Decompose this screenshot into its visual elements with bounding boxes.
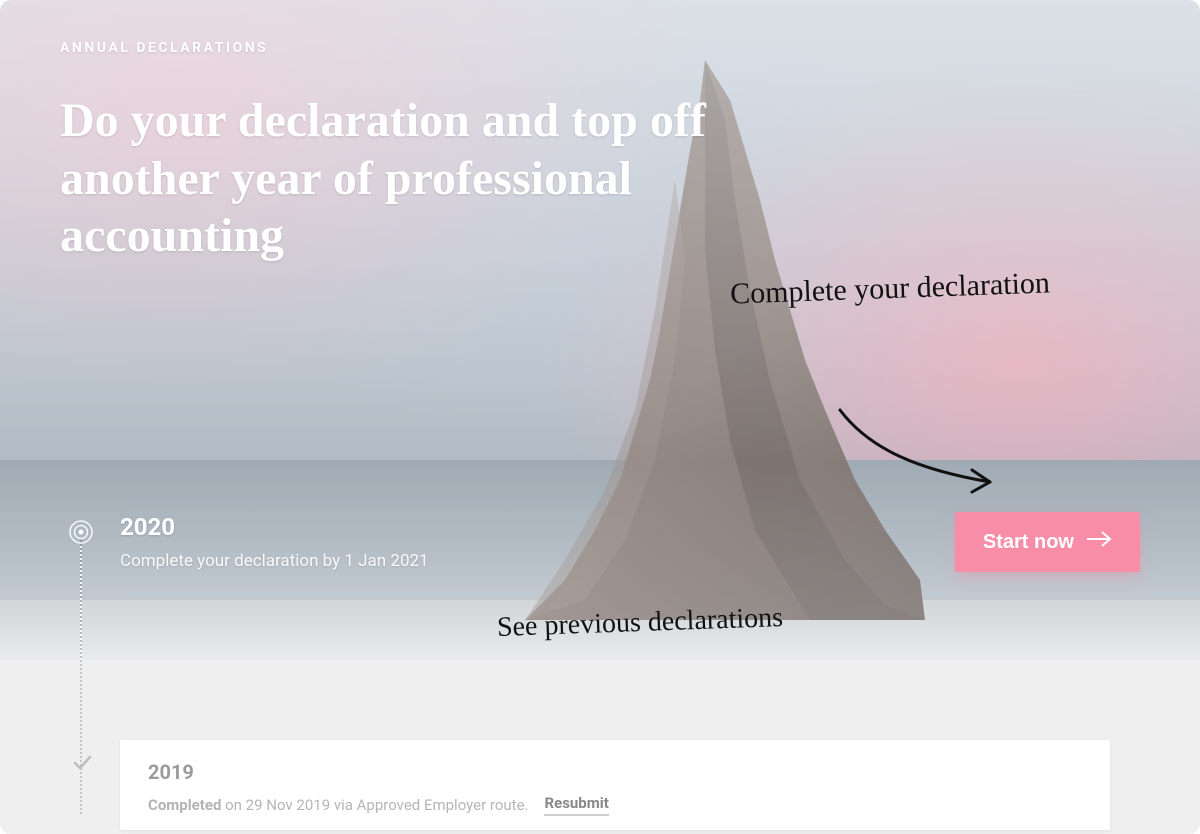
current-year: 2020 [120, 513, 429, 541]
completed-details: on 29 Nov 2019 via Approved Employer rou… [221, 796, 528, 814]
current-deadline: Complete your declaration by 1 Jan 2021 [120, 551, 429, 571]
current-declaration-row: 2020 Complete your declaration by 1 Jan … [120, 512, 1140, 572]
eyebrow: ANNUAL DECLARATIONS [60, 40, 1140, 56]
hero: ANNUAL DECLARATIONS Do your declaration … [0, 0, 1200, 660]
previous-declaration-card: 2019 Completed on 29 Nov 2019 via Approv… [120, 740, 1110, 830]
previous-status-line: Completed on 29 Nov 2019 via Approved Em… [148, 794, 1082, 816]
headline: Do your declaration and top off another … [60, 92, 820, 265]
start-now-button[interactable]: Start now [955, 512, 1140, 572]
arrow-right-icon [1086, 530, 1112, 554]
timeline-continue [80, 540, 82, 814]
previous-declarations-section: 2019 Completed on 29 Nov 2019 via Approv… [0, 660, 1200, 834]
start-now-label: Start now [983, 531, 1074, 554]
check-icon [72, 752, 92, 772]
page-root: ANNUAL DECLARATIONS Do your declaration … [0, 0, 1200, 834]
completed-label: Completed [148, 796, 221, 814]
resubmit-link[interactable]: Resubmit [544, 794, 608, 816]
previous-year: 2019 [148, 760, 1082, 784]
current-declaration-text: 2020 Complete your declaration by 1 Jan … [120, 513, 429, 571]
